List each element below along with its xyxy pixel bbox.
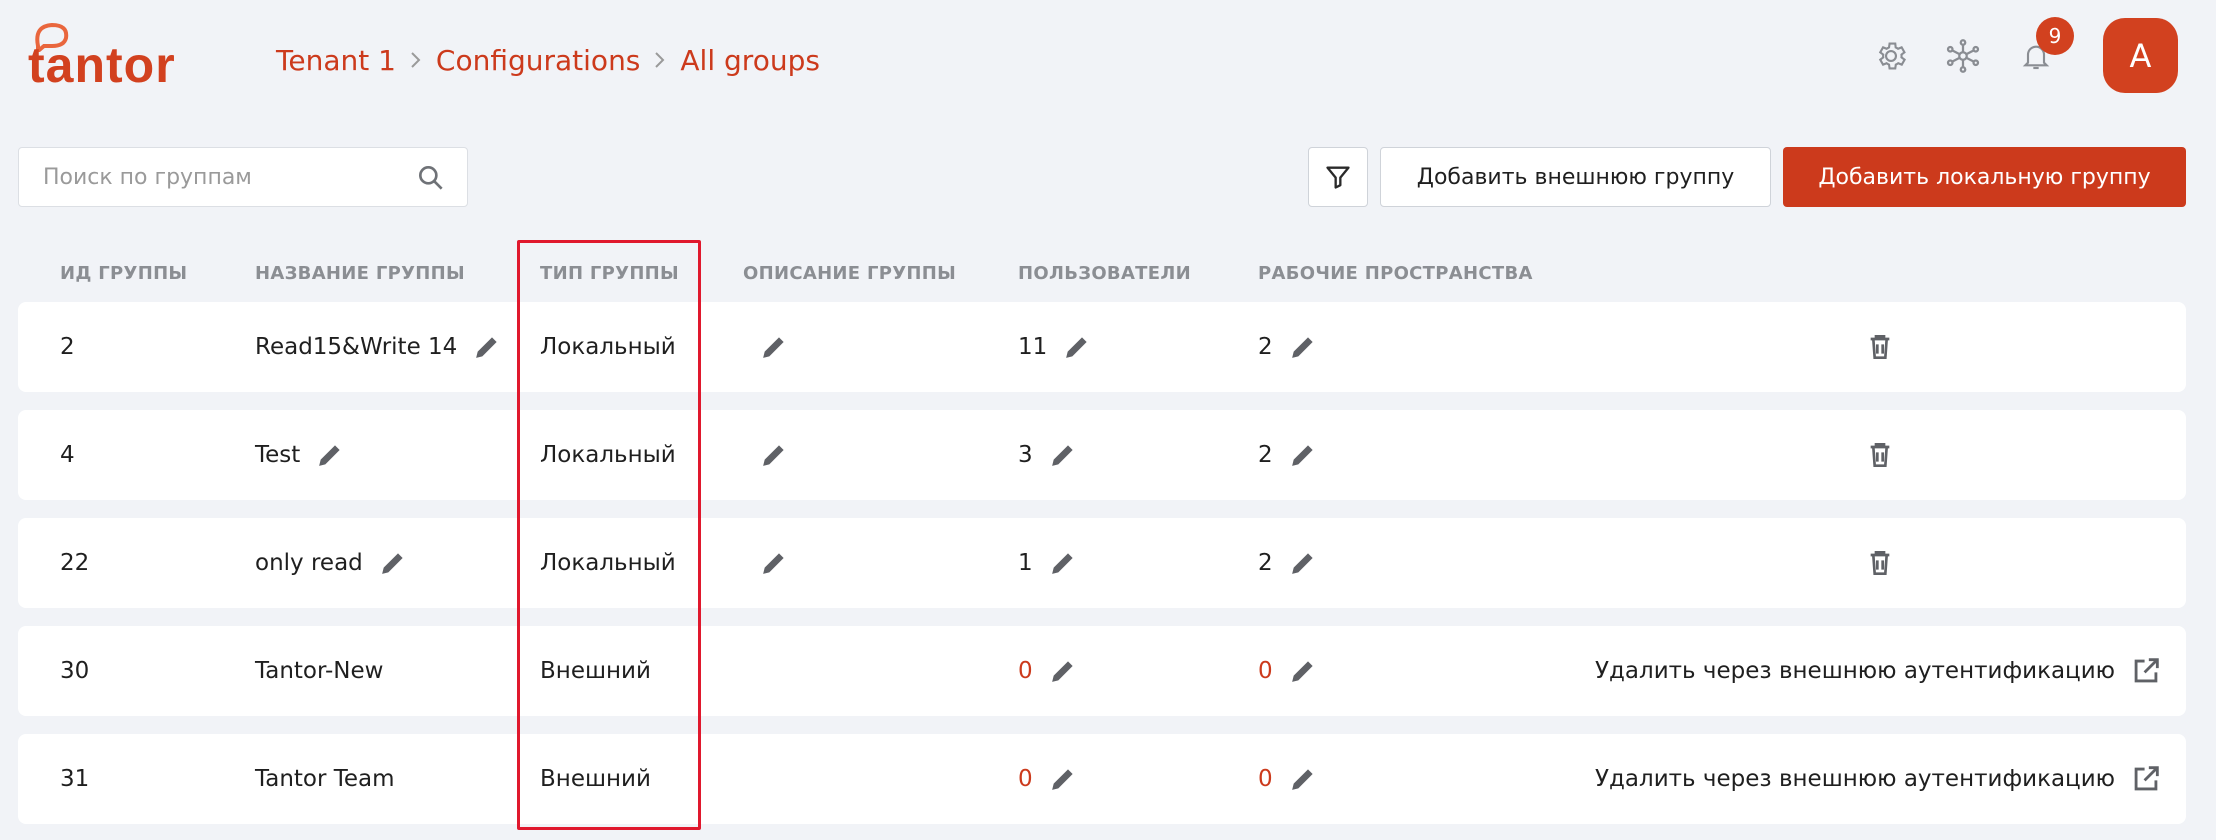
add-local-group-button[interactable]: Добавить локальную группу <box>1783 147 2186 207</box>
breadcrumb-tenant[interactable]: Tenant 1 <box>276 44 396 77</box>
edit-name-pencil-icon[interactable] <box>471 331 503 363</box>
edit-users-pencil-icon[interactable] <box>1061 331 1093 363</box>
chevron-right-icon <box>396 45 436 75</box>
breadcrumb-all-groups[interactable]: All groups <box>680 44 820 77</box>
edit-description-pencil-icon[interactable] <box>758 331 790 363</box>
edit-name-pencil-icon[interactable] <box>377 547 409 579</box>
network-nodes-icon[interactable] <box>1943 36 1983 76</box>
edit-workspaces-pencil-icon[interactable] <box>1287 655 1319 687</box>
workspaces-count: 0 <box>1258 658 1273 684</box>
table-row: 4 Test Локальный 3 2 <box>18 410 2186 500</box>
workspaces-cell: 2 <box>1258 518 1319 608</box>
description-cell <box>758 410 790 500</box>
edit-workspaces-pencil-icon[interactable] <box>1287 439 1319 471</box>
workspaces-count: 2 <box>1258 334 1273 360</box>
table-row: 30 Tantor-New Внешний 0 0 Удалить через … <box>18 626 2186 716</box>
workspaces-cell: 0 <box>1258 734 1319 824</box>
description-cell <box>758 302 790 392</box>
edit-name-pencil-icon[interactable] <box>314 439 346 471</box>
search-input[interactable] <box>43 164 393 190</box>
group-name-cell: only read <box>255 518 409 608</box>
external-delete-label: Удалить через внешнюю аутентификацию <box>1595 658 2116 684</box>
group-name: Tantor-New <box>255 658 384 684</box>
delete-trash-icon[interactable] <box>1864 331 1896 363</box>
external-link-icon <box>2129 654 2163 688</box>
group-id: 2 <box>60 334 75 360</box>
column-header-workspaces[interactable]: РАБОЧИЕ ПРОСТРАНСТВА <box>1258 263 1533 284</box>
external-delete-label: Удалить через внешнюю аутентификацию <box>1595 766 2116 792</box>
edit-users-pencil-icon[interactable] <box>1047 547 1079 579</box>
edit-users-pencil-icon[interactable] <box>1047 439 1079 471</box>
column-header-group-name[interactable]: НАЗВАНИЕ ГРУППЫ <box>255 263 465 284</box>
filter-button[interactable] <box>1308 147 1368 207</box>
users-count: 1 <box>1018 550 1033 576</box>
table-row: 2 Read15&Write 14 Локальный 11 2 <box>18 302 2186 392</box>
group-id: 22 <box>60 550 90 576</box>
edit-workspaces-pencil-icon[interactable] <box>1287 331 1319 363</box>
group-name-cell: Read15&Write 14 <box>255 302 503 392</box>
workspaces-cell: 2 <box>1258 302 1319 392</box>
add-external-group-button[interactable]: Добавить внешнюю группу <box>1380 147 1771 207</box>
search-icon[interactable] <box>415 162 447 194</box>
group-type: Локальный <box>540 550 676 576</box>
group-name: only read <box>255 550 363 576</box>
users-cell: 11 <box>1018 302 1093 392</box>
column-header-group-description[interactable]: ОПИСАНИЕ ГРУППЫ <box>743 263 956 284</box>
delete-via-external-auth-link[interactable]: Удалить через внешнюю аутентификацию <box>1595 626 2163 716</box>
workspaces-count: 2 <box>1258 550 1273 576</box>
group-type: Внешний <box>540 658 651 684</box>
delete-via-external-auth-link[interactable]: Удалить через внешнюю аутентификацию <box>1595 734 2163 824</box>
group-name-cell: Test <box>255 410 346 500</box>
column-header-users[interactable]: ПОЛЬЗОВАТЕЛИ <box>1018 263 1191 284</box>
edit-users-pencil-icon[interactable] <box>1047 763 1079 795</box>
group-type: Локальный <box>540 334 676 360</box>
users-count: 0 <box>1018 658 1033 684</box>
users-cell: 3 <box>1018 410 1079 500</box>
filter-icon <box>1326 166 1350 189</box>
workspaces-cell: 2 <box>1258 410 1319 500</box>
external-link-icon <box>2129 762 2163 796</box>
logo-text: tantor <box>28 37 176 93</box>
edit-description-pencil-icon[interactable] <box>758 547 790 579</box>
group-id: 31 <box>60 766 90 792</box>
workspaces-count: 2 <box>1258 442 1273 468</box>
users-count: 3 <box>1018 442 1033 468</box>
group-name: Tantor Team <box>255 766 395 792</box>
notification-count-badge[interactable]: 9 <box>2036 17 2074 55</box>
delete-trash-icon[interactable] <box>1864 439 1896 471</box>
description-cell <box>758 518 790 608</box>
users-cell: 0 <box>1018 734 1079 824</box>
edit-users-pencil-icon[interactable] <box>1047 655 1079 687</box>
breadcrumb-configurations[interactable]: Configurations <box>436 44 640 77</box>
users-count: 11 <box>1018 334 1048 360</box>
tantor-logo[interactable]: tantor <box>28 22 188 93</box>
settings-gear-icon[interactable] <box>1871 36 1911 76</box>
edit-description-pencil-icon[interactable] <box>758 439 790 471</box>
users-cell: 0 <box>1018 626 1079 716</box>
edit-workspaces-pencil-icon[interactable] <box>1287 763 1319 795</box>
users-count: 0 <box>1018 766 1033 792</box>
column-header-group-id[interactable]: ИД ГРУППЫ <box>60 263 187 284</box>
chevron-right-icon <box>640 45 680 75</box>
group-type: Локальный <box>540 442 676 468</box>
user-avatar[interactable]: A <box>2103 18 2178 93</box>
group-name: Test <box>255 442 301 468</box>
table-row: 22 only read Локальный 1 2 <box>18 518 2186 608</box>
edit-workspaces-pencil-icon[interactable] <box>1287 547 1319 579</box>
table-row: 31 Tantor Team Внешний 0 0 Удалить через… <box>18 734 2186 824</box>
group-id: 4 <box>60 442 75 468</box>
workspaces-count: 0 <box>1258 766 1273 792</box>
breadcrumb: Tenant 1 Configurations All groups <box>276 40 820 80</box>
workspaces-cell: 0 <box>1258 626 1319 716</box>
column-header-group-type[interactable]: ТИП ГРУППЫ <box>540 263 679 284</box>
delete-trash-icon[interactable] <box>1864 547 1896 579</box>
users-cell: 1 <box>1018 518 1079 608</box>
group-id: 30 <box>60 658 90 684</box>
group-name: Read15&Write 14 <box>255 334 458 360</box>
search-box <box>18 147 468 207</box>
group-type: Внешний <box>540 766 651 792</box>
